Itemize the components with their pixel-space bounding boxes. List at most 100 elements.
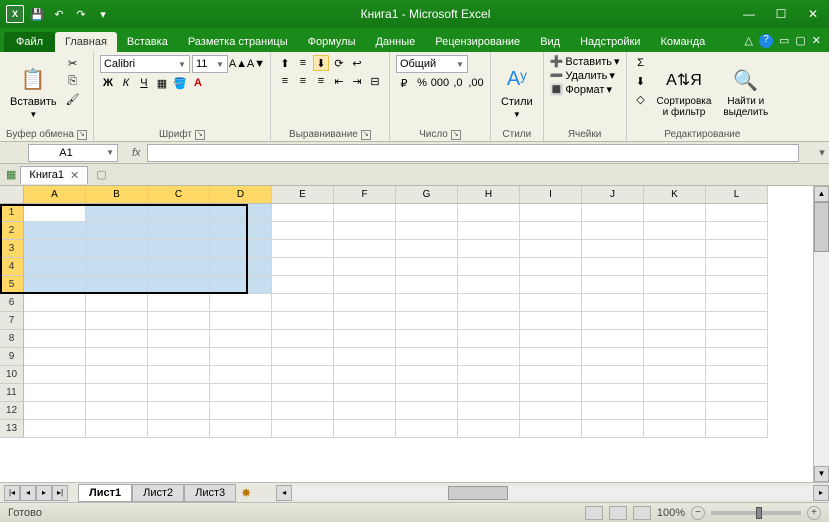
cell[interactable] — [334, 294, 396, 312]
sheet-first-button[interactable]: |◂ — [4, 485, 20, 501]
sheet-last-button[interactable]: ▸| — [52, 485, 68, 501]
tab-team[interactable]: Команда — [650, 32, 715, 52]
cell[interactable] — [86, 420, 148, 438]
sheet-next-button[interactable]: ▸ — [36, 485, 52, 501]
autosum-button[interactable]: Σ — [633, 55, 649, 71]
cell[interactable] — [210, 312, 272, 330]
cell[interactable] — [86, 330, 148, 348]
cell[interactable] — [582, 204, 644, 222]
cell[interactable] — [86, 294, 148, 312]
cell[interactable] — [86, 402, 148, 420]
cell[interactable] — [272, 420, 334, 438]
workbook-close-icon[interactable]: ✕ — [812, 34, 821, 48]
cell[interactable] — [334, 276, 396, 294]
cell[interactable] — [396, 294, 458, 312]
underline-button[interactable]: Ч — [136, 75, 152, 91]
cell[interactable] — [644, 330, 706, 348]
shrink-font-button[interactable]: A▼ — [248, 56, 264, 72]
format-cells-button[interactable]: 🔳Формат ▾ — [550, 83, 620, 96]
column-header[interactable]: F — [334, 186, 396, 204]
workbook-tab[interactable]: Книга1 ✕ — [20, 166, 88, 184]
save-button[interactable]: 💾 — [28, 5, 46, 23]
cell[interactable] — [24, 204, 86, 222]
tab-insert[interactable]: Вставка — [117, 32, 178, 52]
align-launcher[interactable]: ↘ — [361, 130, 371, 140]
column-header[interactable]: C — [148, 186, 210, 204]
scroll-left-button[interactable]: ◂ — [276, 485, 292, 501]
cell[interactable] — [272, 240, 334, 258]
cell[interactable] — [334, 366, 396, 384]
cell[interactable] — [148, 204, 210, 222]
cell[interactable] — [210, 366, 272, 384]
zoom-level[interactable]: 100% — [657, 507, 685, 519]
close-button[interactable]: ✕ — [797, 0, 829, 28]
scroll-right-button[interactable]: ▸ — [813, 485, 829, 501]
cell[interactable] — [706, 420, 768, 438]
select-all-corner[interactable] — [0, 186, 24, 204]
find-select-button[interactable]: 🔍 Найти и выделить — [719, 55, 772, 129]
view-layout-button[interactable] — [609, 506, 627, 520]
cell[interactable] — [210, 204, 272, 222]
cell[interactable] — [86, 366, 148, 384]
cells-grid[interactable] — [24, 204, 813, 438]
cell[interactable] — [148, 384, 210, 402]
cell[interactable] — [582, 366, 644, 384]
cell[interactable] — [396, 240, 458, 258]
styles-button[interactable]: Aʸ Стили ▼ — [497, 55, 537, 129]
redo-button[interactable]: ↷ — [72, 5, 90, 23]
cell[interactable] — [706, 294, 768, 312]
cell[interactable] — [334, 312, 396, 330]
hscroll-thumb[interactable] — [448, 486, 508, 500]
align-middle-button[interactable]: ≡ — [295, 55, 311, 71]
cell[interactable] — [86, 384, 148, 402]
wrap-text-button[interactable]: ↩ — [349, 55, 365, 71]
cell[interactable] — [582, 276, 644, 294]
cell[interactable] — [148, 222, 210, 240]
cell[interactable] — [24, 366, 86, 384]
cell[interactable] — [24, 402, 86, 420]
fx-icon[interactable]: fx — [132, 147, 141, 159]
cell[interactable] — [644, 240, 706, 258]
cell[interactable] — [396, 330, 458, 348]
cell[interactable] — [148, 276, 210, 294]
cell[interactable] — [148, 258, 210, 276]
column-header[interactable]: D — [210, 186, 272, 204]
cell[interactable] — [210, 330, 272, 348]
cell[interactable] — [148, 294, 210, 312]
cell[interactable] — [582, 222, 644, 240]
merge-button[interactable]: ⊟ — [367, 73, 383, 89]
number-launcher[interactable]: ↘ — [451, 130, 461, 140]
cell[interactable] — [86, 240, 148, 258]
cell[interactable] — [396, 420, 458, 438]
cell[interactable] — [396, 384, 458, 402]
cell[interactable] — [644, 294, 706, 312]
cell[interactable] — [396, 258, 458, 276]
cell[interactable] — [582, 294, 644, 312]
fill-color-button[interactable]: 🪣 — [172, 75, 188, 91]
grow-font-button[interactable]: A▲ — [230, 56, 246, 72]
row-header[interactable]: 3 — [0, 240, 24, 258]
cell[interactable] — [520, 204, 582, 222]
cell[interactable] — [458, 420, 520, 438]
cell[interactable] — [396, 312, 458, 330]
cell[interactable] — [582, 258, 644, 276]
column-header[interactable]: G — [396, 186, 458, 204]
minimize-button[interactable]: — — [733, 0, 765, 28]
cell[interactable] — [334, 240, 396, 258]
zoom-out-button[interactable]: − — [691, 506, 705, 520]
cell[interactable] — [210, 402, 272, 420]
cell[interactable] — [334, 402, 396, 420]
cell[interactable] — [644, 384, 706, 402]
delete-cells-button[interactable]: ➖Удалить ▾ — [550, 69, 620, 82]
cell[interactable] — [706, 312, 768, 330]
zoom-thumb[interactable] — [756, 507, 762, 519]
cell[interactable] — [272, 330, 334, 348]
window-maximize-icon[interactable]: ▢ — [795, 34, 805, 48]
window-restore-icon[interactable]: ▭ — [779, 34, 789, 48]
cell[interactable] — [272, 384, 334, 402]
cell[interactable] — [644, 366, 706, 384]
italic-button[interactable]: К — [118, 75, 134, 91]
cell[interactable] — [706, 366, 768, 384]
tab-addins[interactable]: Надстройки — [570, 32, 650, 52]
cell[interactable] — [706, 240, 768, 258]
